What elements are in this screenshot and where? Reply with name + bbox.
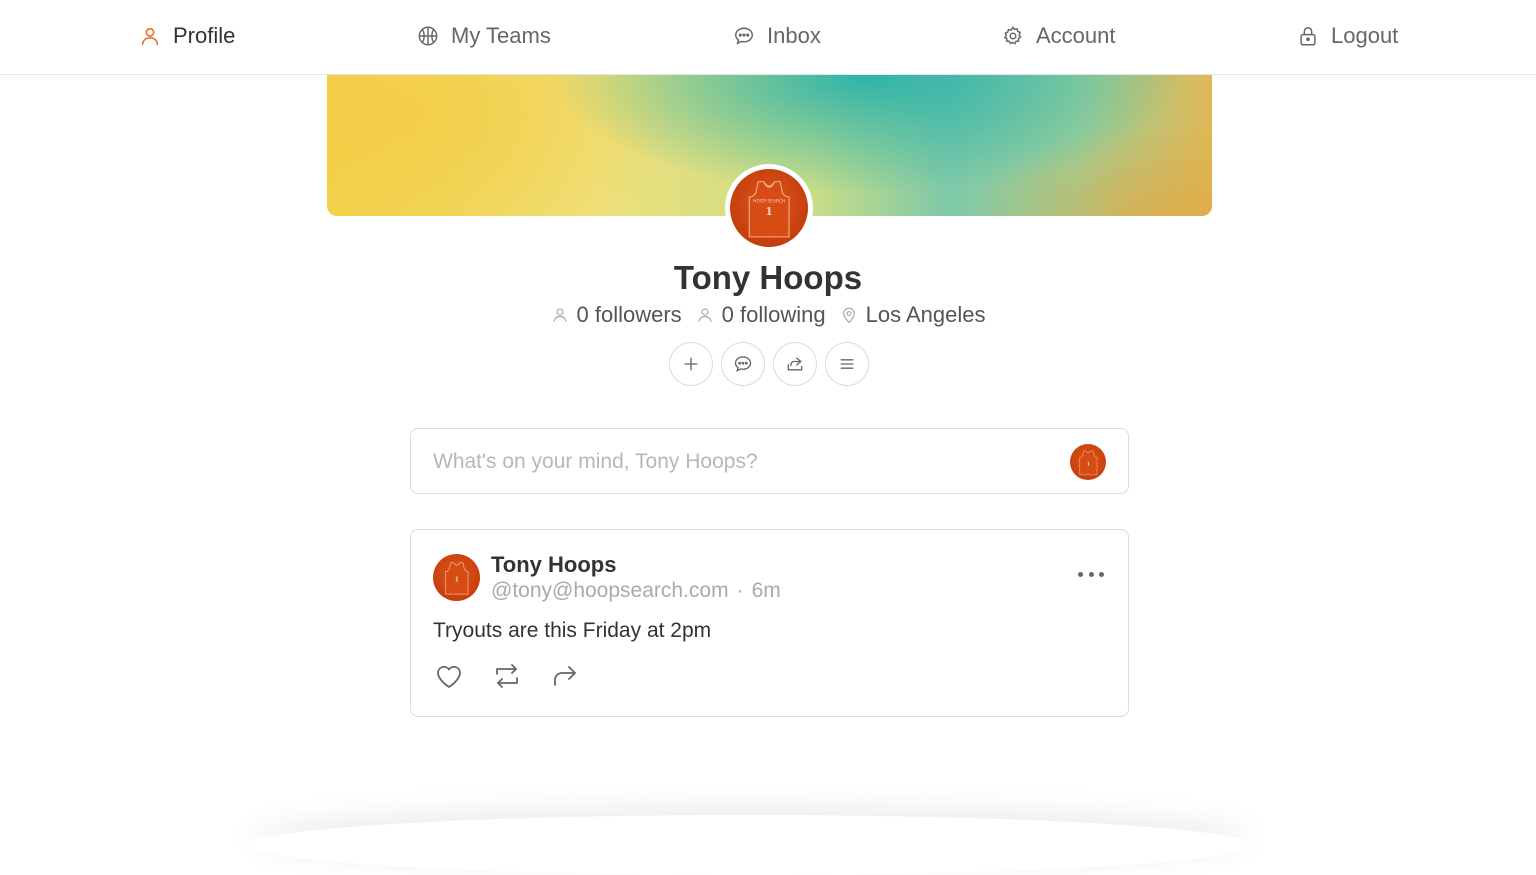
nav-label-account: Account bbox=[1036, 23, 1116, 48]
composer-input[interactable] bbox=[433, 447, 1053, 477]
post-author-name[interactable]: Tony Hoops bbox=[491, 552, 616, 578]
following-stat[interactable]: 0 following bbox=[696, 302, 826, 328]
location-stat: Los Angeles bbox=[840, 302, 986, 328]
chat-icon bbox=[734, 356, 752, 372]
share-button[interactable] bbox=[773, 342, 817, 386]
user-icon bbox=[552, 308, 567, 322]
basketball-icon bbox=[418, 26, 438, 46]
nav-item-inbox[interactable]: Inbox bbox=[733, 22, 821, 50]
chat-icon bbox=[735, 27, 753, 45]
top-nav: Profile My Teams Inbox Account Logout bbox=[0, 0, 1536, 75]
followers-count: 0 followers bbox=[576, 302, 682, 327]
following-count: 0 following bbox=[721, 302, 826, 327]
post-handle[interactable]: @tony@hoopsearch.com bbox=[491, 579, 729, 603]
svg-text:1: 1 bbox=[1086, 461, 1089, 467]
nav-item-profile[interactable]: Profile bbox=[139, 22, 235, 50]
post-more-button[interactable] bbox=[1078, 566, 1104, 582]
svg-text:1: 1 bbox=[454, 576, 458, 583]
svg-text:1: 1 bbox=[765, 205, 773, 218]
nav-item-account[interactable]: Account bbox=[1002, 22, 1116, 50]
menu-icon bbox=[840, 359, 854, 369]
user-icon bbox=[141, 27, 159, 46]
lock-icon bbox=[1300, 27, 1316, 46]
repost-icon bbox=[496, 664, 518, 688]
profile-name: Tony Hoops bbox=[673, 259, 863, 296]
bottom-shadow bbox=[250, 815, 1250, 875]
meta-separator: · bbox=[736, 579, 744, 602]
heart-icon bbox=[437, 665, 461, 688]
post-composer: 1 bbox=[410, 428, 1129, 494]
like-button[interactable] bbox=[433, 660, 465, 692]
nav-item-logout[interactable]: Logout bbox=[1297, 22, 1398, 50]
post-card: 1 Tony Hoops @tony@hoopsearch.com · 6m T… bbox=[410, 529, 1129, 717]
jersey-image: HOOP SEARCH 1 bbox=[730, 169, 808, 247]
nav-label-my-teams: My Teams bbox=[451, 23, 551, 48]
followers-stat[interactable]: 0 followers bbox=[551, 302, 682, 328]
post-author-avatar[interactable]: 1 bbox=[433, 554, 480, 601]
dot-icon bbox=[1088, 571, 1094, 577]
post-timestamp[interactable]: 6m bbox=[752, 579, 781, 603]
follow-button[interactable] bbox=[669, 342, 713, 386]
gear-icon bbox=[1003, 26, 1022, 45]
more-menu-button[interactable] bbox=[825, 342, 869, 386]
repost-button[interactable] bbox=[491, 660, 523, 692]
location-pin-icon bbox=[842, 307, 855, 324]
post-body: Tryouts are this Friday at 2pm bbox=[433, 619, 712, 642]
nav-label-inbox: Inbox bbox=[767, 23, 821, 48]
profile-actions bbox=[669, 342, 869, 386]
share-icon bbox=[787, 357, 803, 371]
reply-icon bbox=[554, 666, 576, 686]
post-actions bbox=[433, 660, 581, 692]
nav-label-logout: Logout bbox=[1331, 23, 1399, 48]
jersey-icon: 1 bbox=[1079, 450, 1097, 475]
profile-avatar[interactable]: HOOP SEARCH 1 bbox=[725, 164, 813, 252]
jersey-icon: HOOP SEARCH 1 bbox=[748, 180, 790, 238]
plus-icon bbox=[684, 357, 698, 371]
nav-label-profile: Profile bbox=[173, 23, 236, 48]
composer-avatar: 1 bbox=[1070, 444, 1106, 480]
location-text: Los Angeles bbox=[865, 302, 986, 327]
svg-text:HOOP SEARCH: HOOP SEARCH bbox=[753, 198, 785, 204]
profile-stats: 0 followers 0 following Los Angeles bbox=[0, 302, 1536, 328]
post-meta: @tony@hoopsearch.com · 6m bbox=[491, 579, 781, 603]
nav-item-my-teams[interactable]: My Teams bbox=[417, 22, 551, 50]
jersey-icon: 1 bbox=[444, 562, 469, 595]
reply-button[interactable] bbox=[549, 660, 581, 692]
message-button[interactable] bbox=[721, 342, 765, 386]
dot-icon bbox=[1099, 571, 1104, 577]
dot-icon bbox=[1078, 571, 1083, 577]
user-icon bbox=[698, 308, 712, 322]
